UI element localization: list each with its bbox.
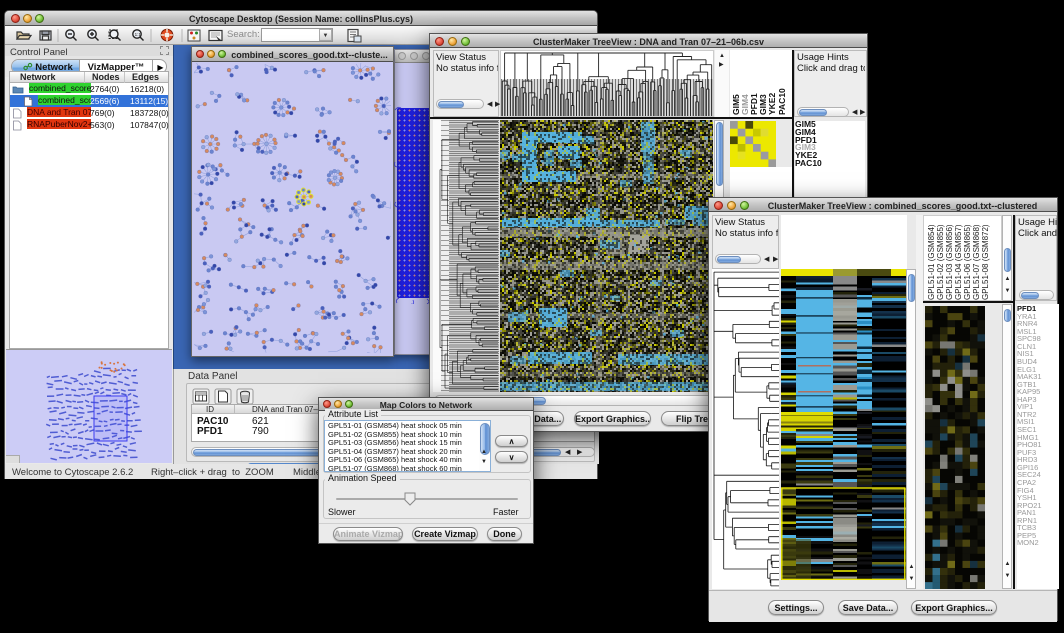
svg-text:PAC10: PAC10 xyxy=(777,88,787,115)
svg-text:GPL51-02 (GSM855): GPL51-02 (GSM855) xyxy=(936,224,945,300)
svg-text:1:1: 1:1 xyxy=(135,32,142,37)
svg-text:GPL51-08 (GSM872): GPL51-08 (GSM872) xyxy=(981,224,990,300)
svg-text:GPL51-06 (GSM865): GPL51-06 (GSM865) xyxy=(963,224,972,300)
svg-text:GPL51-04 (GSM857): GPL51-04 (GSM857) xyxy=(954,224,963,300)
svg-text:YKE2: YKE2 xyxy=(767,93,777,115)
svg-text:GPL51-07 (GSM868): GPL51-07 (GSM868) xyxy=(972,224,981,300)
svg-text:GPL51-03 (GSM856): GPL51-03 (GSM856) xyxy=(945,224,954,300)
svg-text:GPL51-01 (GSM854): GPL51-01 (GSM854) xyxy=(927,224,936,300)
